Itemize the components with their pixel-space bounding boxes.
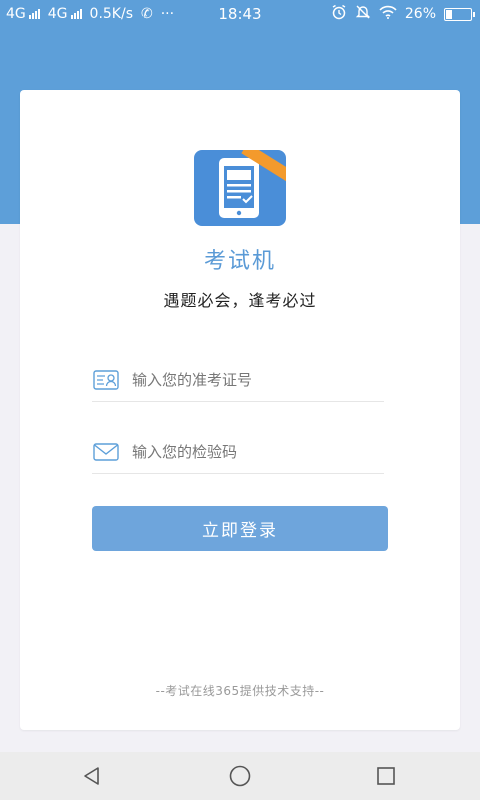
navigation-bar bbox=[0, 752, 480, 800]
verify-code-input[interactable] bbox=[132, 442, 372, 461]
status-bar: 4G 4G 0.5K/s ✆ ··· 18:43 26% bbox=[0, 0, 480, 28]
battery-fill bbox=[446, 9, 452, 19]
envelope-icon bbox=[92, 441, 120, 463]
exam-id-input[interactable] bbox=[132, 370, 372, 389]
wifi-icon bbox=[379, 5, 397, 23]
login-button[interactable]: 立即登录 bbox=[92, 506, 388, 551]
status-right: 26% bbox=[331, 0, 475, 28]
mute-icon bbox=[355, 4, 371, 24]
tech-support-note: --考试在线365提供技术支持-- bbox=[155, 684, 325, 698]
id-card-icon bbox=[92, 369, 120, 391]
home-circle-icon[interactable] bbox=[226, 762, 254, 790]
app-title: 考试机 bbox=[203, 249, 276, 274]
back-triangle-icon[interactable] bbox=[78, 762, 106, 790]
recent-square-icon[interactable] bbox=[372, 762, 400, 790]
exam-id-field[interactable] bbox=[92, 358, 384, 402]
alarm-icon bbox=[331, 4, 347, 24]
verify-code-field[interactable] bbox=[92, 430, 384, 474]
app-slogan: 遇题必会，逢考必过 bbox=[163, 291, 317, 310]
login-card: 考试机 遇题必会，逢考必过 立即登录 --考试在线365提供技术支持-- bbox=[20, 90, 460, 730]
tablet-exam-icon bbox=[194, 150, 286, 226]
battery-icon bbox=[444, 7, 475, 21]
battery-percent: 26% bbox=[404, 6, 436, 22]
